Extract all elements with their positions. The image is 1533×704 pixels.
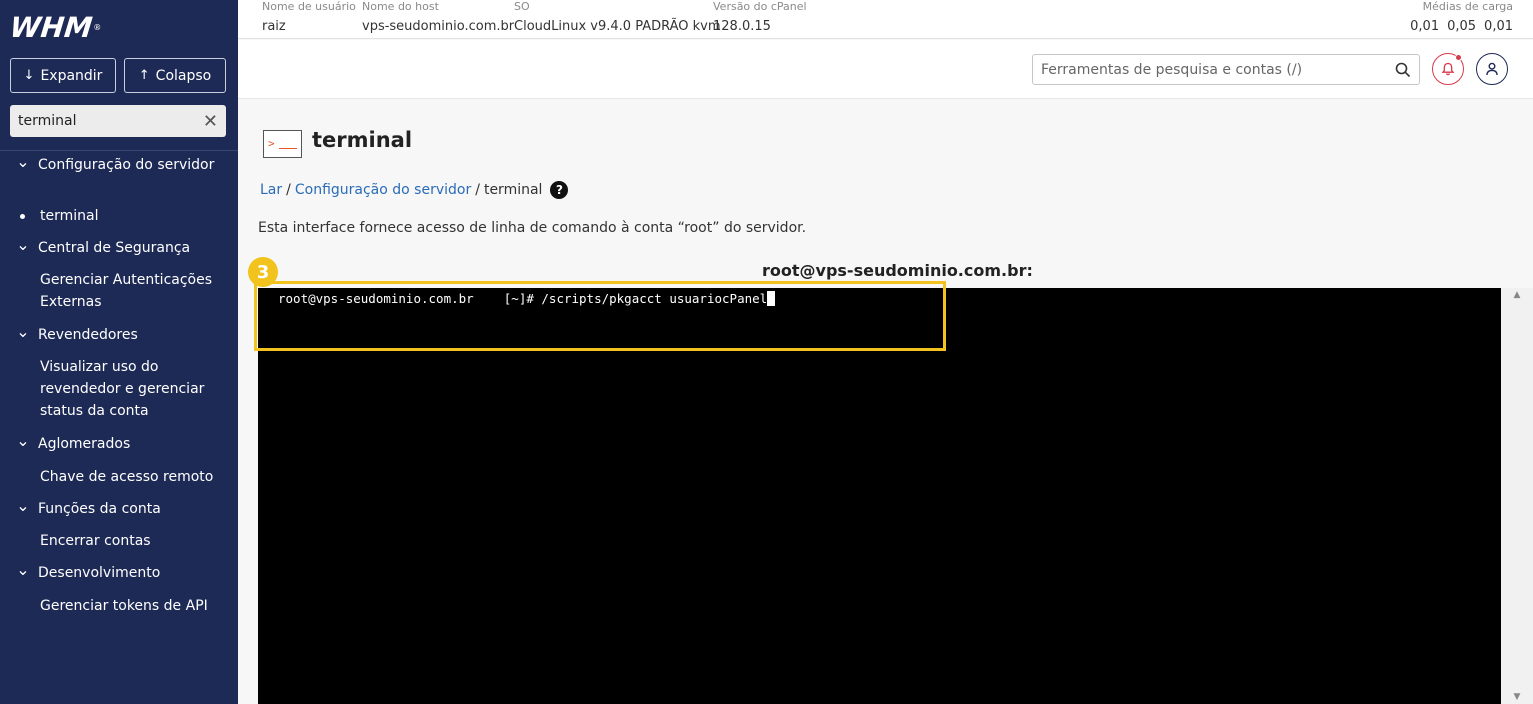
search-icon[interactable] (1395, 62, 1411, 78)
terminal-scrollbar[interactable]: ▲ ▼ (1501, 288, 1533, 704)
sidebar-item-label: Gerenciar Autenticações Externas (40, 272, 213, 310)
sidebar-item-label: Chave de acesso remoto (40, 469, 214, 485)
hostname-label: Nome do host (362, 0, 439, 13)
user-icon (1486, 62, 1498, 76)
hostname-value: vps-seudominio.com.br (362, 19, 515, 34)
header (238, 40, 1533, 99)
os-label: SO (514, 0, 530, 13)
arrow-up-icon: ↑ (138, 68, 150, 83)
breadcrumb-separator: / (286, 182, 291, 198)
sidebar-category-aglomerados[interactable]: ⌄ Aglomerados (0, 433, 238, 455)
sidebar-item-label: Central de Segurança (38, 240, 191, 256)
breadcrumb-section-link[interactable]: Configuração do servidor (295, 182, 471, 198)
global-search-input[interactable] (1041, 61, 1395, 78)
username-value: raiz (262, 19, 286, 34)
notification-badge (1455, 54, 1462, 61)
sidebar-item-terminal[interactable]: terminal (0, 205, 238, 227)
page-title: terminal (312, 128, 413, 152)
sidebar-search: ✕ (10, 105, 226, 137)
chevron-down-icon: ⌄ (16, 235, 30, 254)
sidebar-item-label: Aglomerados (38, 436, 131, 452)
os-value: CloudLinux v9.4.0 PADRÃO kvm (514, 19, 721, 34)
chevron-down-icon: ⌄ (16, 496, 30, 515)
info-os: SO CloudLinux v9.4.0 PADRÃO kvm (514, 0, 721, 37)
terminal-command-line: root@vps-seudominio.com.br [~]# /scripts… (278, 291, 776, 306)
info-cpanel-version: Versão do cPanel 128.0.15 (713, 0, 807, 37)
load-averages-label: Médias de carga (1422, 0, 1513, 13)
sidebar-item-gerenciar-tokens-de-api[interactable]: Gerenciar tokens de API (0, 595, 238, 617)
server-info-bar: Nome de usuário raiz Nome do host vps-se… (238, 0, 1533, 39)
sidebar-category-desenvolvimento[interactable]: ⌄ Desenvolvimento (0, 562, 238, 584)
page-description: Esta interface fornece acesso de linha d… (258, 220, 807, 236)
sidebar-item-chave-de-acesso-remoto[interactable]: Chave de acesso remoto (0, 466, 238, 488)
sidebar-item-label: Visualizar uso do revendedor e gerenciar… (40, 359, 205, 419)
expand-button[interactable]: ↓ Expandir (10, 58, 116, 93)
global-search (1032, 54, 1420, 85)
expand-label: Expandir (40, 67, 103, 84)
scroll-up-icon[interactable]: ▲ (1501, 288, 1533, 302)
chevron-down-icon: ⌄ (16, 322, 30, 341)
user-menu-button[interactable] (1476, 53, 1508, 85)
chevron-down-icon: ⌄ (16, 560, 30, 579)
load-5min: 0,05 (1447, 19, 1477, 34)
logo-text: WHM (8, 10, 94, 44)
sidebar-item-label: Desenvolvimento (38, 565, 161, 581)
sidebar-item-label: terminal (40, 208, 99, 224)
clear-search-icon[interactable]: ✕ (203, 111, 218, 132)
help-icon[interactable]: ? (550, 181, 569, 199)
active-dot-icon (20, 214, 25, 219)
bell-icon (1441, 62, 1455, 76)
sidebar: WHM® ↓ Expandir ↑ Colapso ✕ ⌄ Configuraçã… (0, 0, 238, 704)
breadcrumb-current: terminal (483, 182, 543, 198)
terminal-cursor (767, 291, 776, 306)
chevron-down-icon: ⌄ (16, 431, 30, 450)
sidebar-item-label: Encerrar contas (40, 533, 151, 549)
terminal-icon: > (263, 130, 302, 158)
notifications-button[interactable] (1432, 53, 1464, 85)
sidebar-item-label: Gerenciar tokens de API (40, 598, 208, 614)
info-hostname: Nome do host vps-seudominio.com.br (362, 0, 514, 37)
annotation-step-badge: 3 (248, 257, 278, 287)
scroll-down-icon[interactable]: ▼ (1501, 690, 1533, 704)
info-load-averages: Médias de carga 0,01 0,05 0,01 (1410, 0, 1513, 37)
username-label: Nome de usuário (262, 0, 356, 13)
breadcrumb-home-link[interactable]: Lar (260, 182, 282, 198)
sidebar-item-label: Funções da conta (38, 501, 161, 517)
terminal-console[interactable]: root@vps-seudominio.com.br [~]# /scripts… (258, 288, 1501, 704)
terminal-host-label: root@vps-seudominio.com.br: (762, 261, 1033, 280)
collapse-label: Colapso (155, 67, 212, 84)
prompt-glyph: > (268, 137, 275, 150)
sidebar-search-input[interactable] (18, 113, 203, 129)
sidebar-item-visualizar-uso-do-revendedor-e-gerenciar-status-da-conta[interactable]: Visualizar uso do revendedor e gerenciar… (0, 356, 238, 422)
sidebar-category-configuracao-do-servidor[interactable]: ⌄ Configuração do servidor (0, 154, 238, 176)
expand-collapse-buttons: ↓ Expandir ↑ Colapso (10, 58, 226, 93)
whm-logo[interactable]: WHM ® (8, 10, 102, 44)
terminal-command-text: root@vps-seudominio.com.br [~]# /scripts… (278, 291, 768, 306)
sidebar-category-revendedores[interactable]: ⌄ Revendedores (0, 324, 238, 346)
sidebar-item-label: Configuração do servidor (38, 157, 215, 173)
main-content: > terminal Lar / Configuração do servido… (238, 100, 1533, 704)
cpanel-version-label: Versão do cPanel (713, 0, 807, 13)
arrow-down-icon: ↓ (23, 68, 35, 83)
prompt-underline (279, 148, 297, 149)
cpanel-version-value: 128.0.15 (713, 19, 771, 34)
collapse-button[interactable]: ↑ Colapso (124, 58, 226, 93)
load-15min: 0,01 (1484, 19, 1513, 34)
sidebar-item-label: Revendedores (38, 327, 138, 343)
sidebar-item-encerrar-contas[interactable]: Encerrar contas (0, 530, 238, 552)
load-averages-values: 0,01 0,05 0,01 (1410, 17, 1513, 37)
sidebar-category-central-de-seguranca[interactable]: ⌄ Central de Segurança (0, 237, 238, 259)
info-username: Nome de usuário raiz (262, 0, 356, 37)
chevron-down-icon: ⌄ (16, 152, 30, 171)
sidebar-category-funcoes-da-conta[interactable]: ⌄ Funções da conta (0, 498, 238, 520)
load-1min: 0,01 (1410, 19, 1440, 34)
breadcrumb-separator: / (475, 182, 480, 198)
logo-registered-mark: ® (93, 22, 102, 32)
sidebar-divider (0, 150, 238, 151)
breadcrumb: Lar / Configuração do servidor / termina… (260, 181, 569, 199)
sidebar-item-gerenciar-autenticacoes-externas[interactable]: Gerenciar Autenticações Externas (0, 269, 238, 313)
